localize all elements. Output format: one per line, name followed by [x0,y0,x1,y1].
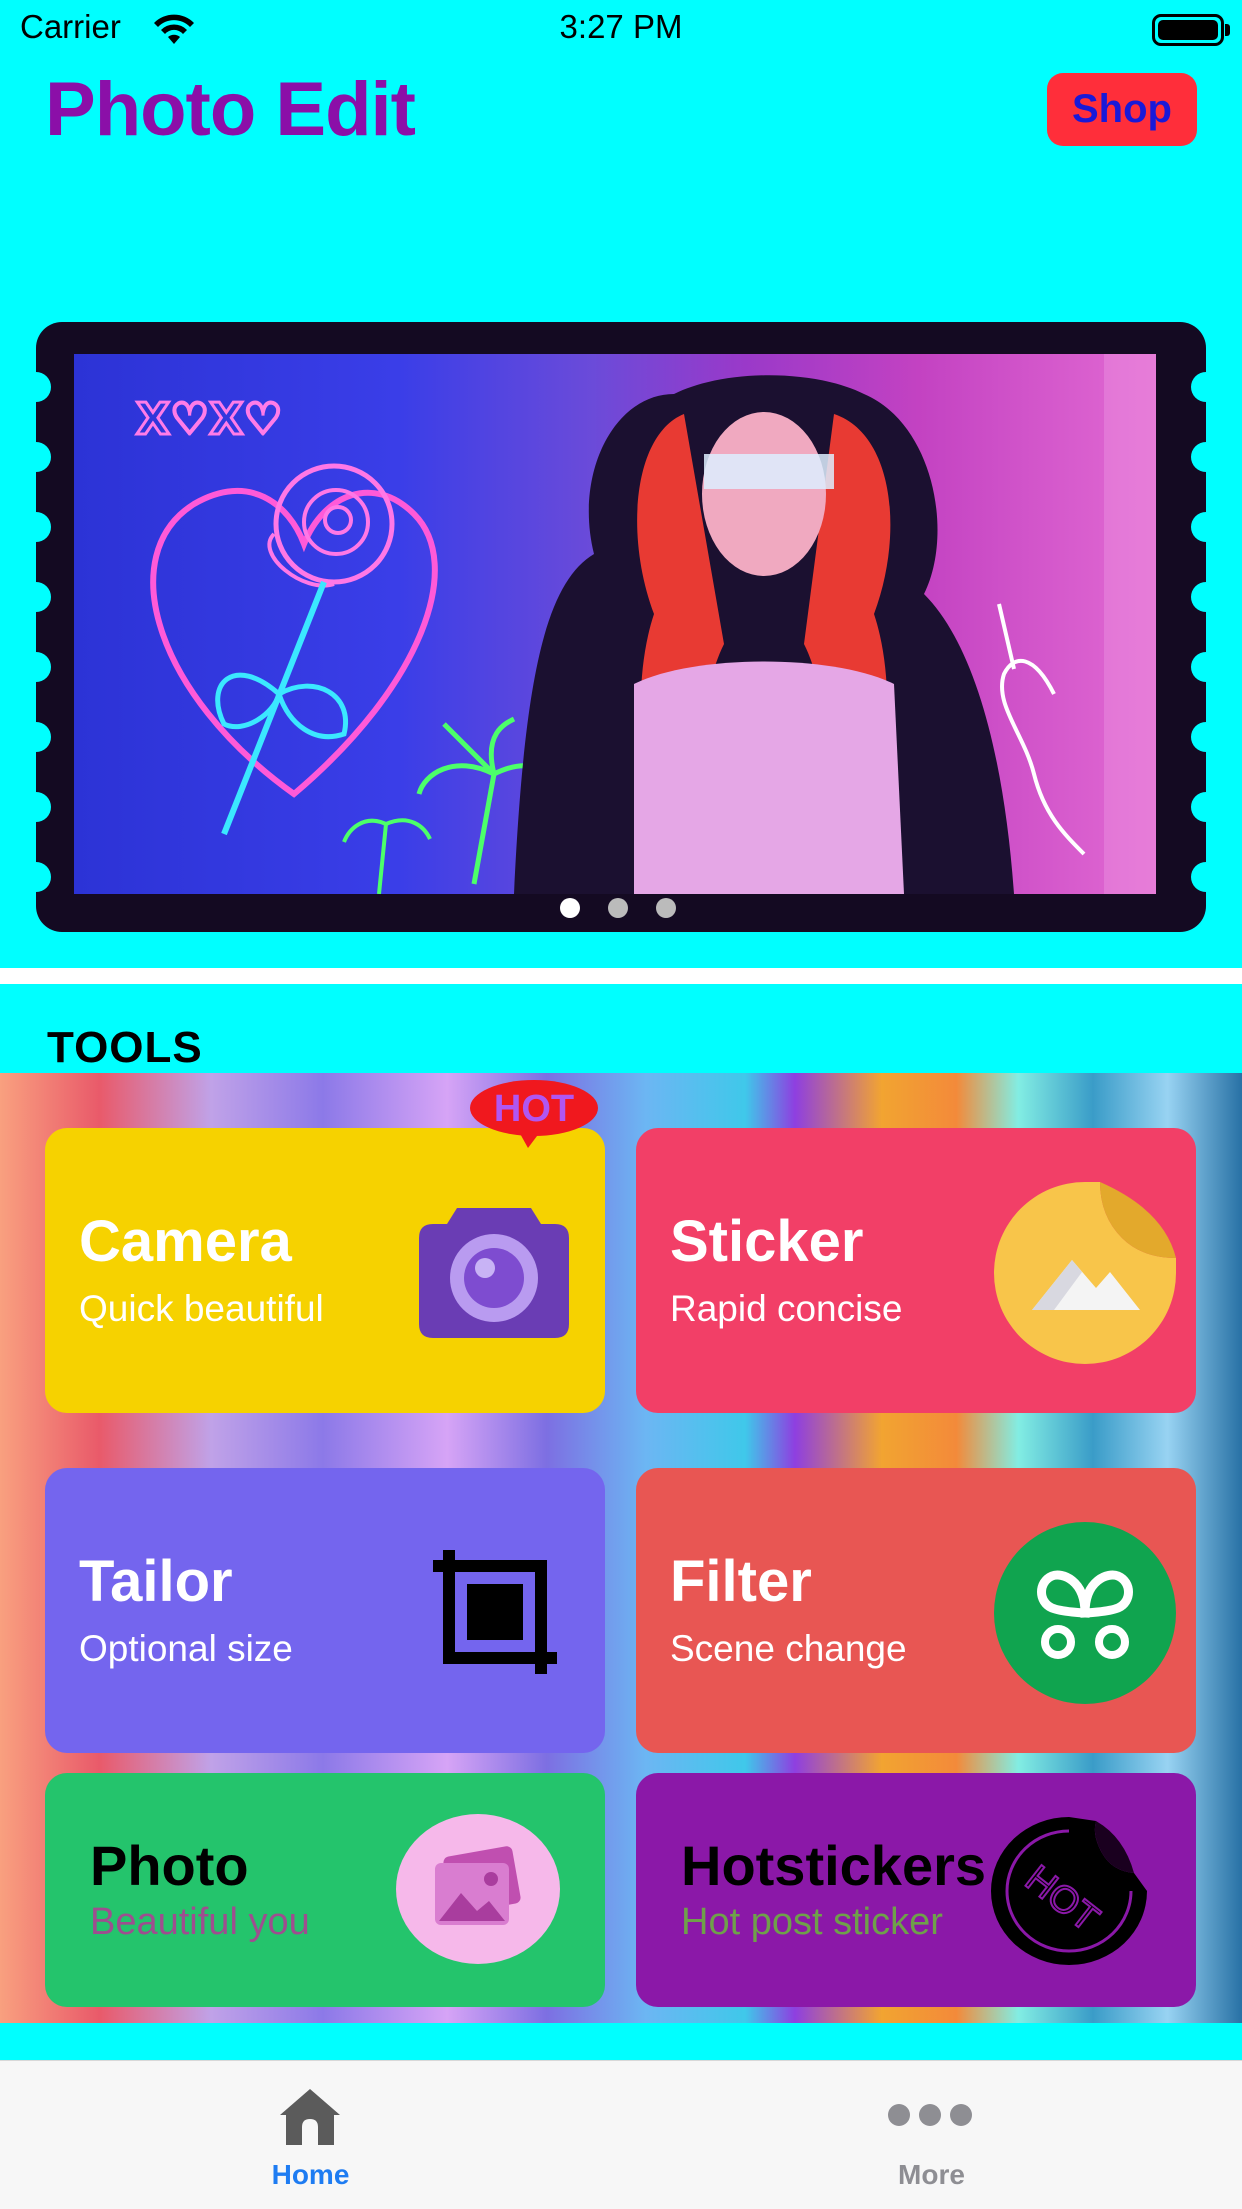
photo-subtitle: Beautiful you [90,1901,310,1943]
tools-section-title: TOOLS [47,1023,203,1072]
camera-icon [419,1208,569,1338]
photo-title: Photo [90,1834,249,1897]
page-dot-2[interactable] [608,898,628,918]
camera-subtitle: Quick beautiful [79,1288,324,1329]
hotstickers-tool-card[interactable]: Hotstickers Hot post sticker HOT [636,1773,1196,2007]
photo-tool-card[interactable]: Photo Beautiful you [45,1773,605,2007]
status-bar: Carrier 3:27 PM [0,0,1242,62]
filter-title: Filter [670,1549,812,1614]
crop-icon [433,1550,557,1674]
camera-title: Camera [79,1209,292,1274]
sticker-title: Sticker [670,1209,864,1274]
page-dot-3[interactable] [656,898,676,918]
status-time: 3:27 PM [559,8,683,45]
more-icon [888,2104,972,2126]
battery-icon [1152,14,1224,46]
sticker-tool-card[interactable]: Sticker Rapid concise [636,1128,1196,1413]
camera-tool-card[interactable]: Camera Quick beautiful [45,1128,605,1413]
tailor-tool-card[interactable]: Tailor Optional size [45,1468,605,1753]
hot-badge: HOT [470,1080,598,1148]
section-divider [0,968,1242,984]
filter-subtitle: Scene change [670,1628,907,1669]
hotstickers-title: Hotstickers [681,1834,987,1897]
filter-tool-card[interactable]: Filter Scene change [636,1468,1196,1753]
tab-bar: Home More [0,2060,1242,2209]
shop-button[interactable]: Shop [1047,73,1197,146]
battery-tip [1225,24,1230,36]
tailor-subtitle: Optional size [79,1628,293,1669]
page-dot-1[interactable] [560,898,580,918]
tailor-title: Tailor [79,1549,233,1614]
tab-more[interactable]: More [621,2061,1242,2209]
svg-text:X♡X♡: X♡X♡ [136,394,283,445]
filter-icon [994,1522,1176,1704]
banner-carousel[interactable]: X♡X♡ [36,322,1206,932]
tab-home-label: Home [271,2159,350,2190]
hot-sticker-icon: HOT [991,1817,1147,1965]
home-icon [280,2089,340,2145]
app-title: Photo Edit [45,67,416,152]
sticker-subtitle: Rapid concise [670,1288,903,1329]
sticker-icon [994,1182,1176,1364]
banner-image: X♡X♡ [74,354,1156,894]
page-indicator[interactable] [560,898,680,920]
tab-home[interactable]: Home [0,2061,621,2209]
tab-more-label: More [898,2159,965,2190]
hotstickers-subtitle: Hot post sticker [681,1901,943,1943]
gallery-icon [396,1814,560,1964]
hot-badge-label: HOT [494,1088,574,1130]
